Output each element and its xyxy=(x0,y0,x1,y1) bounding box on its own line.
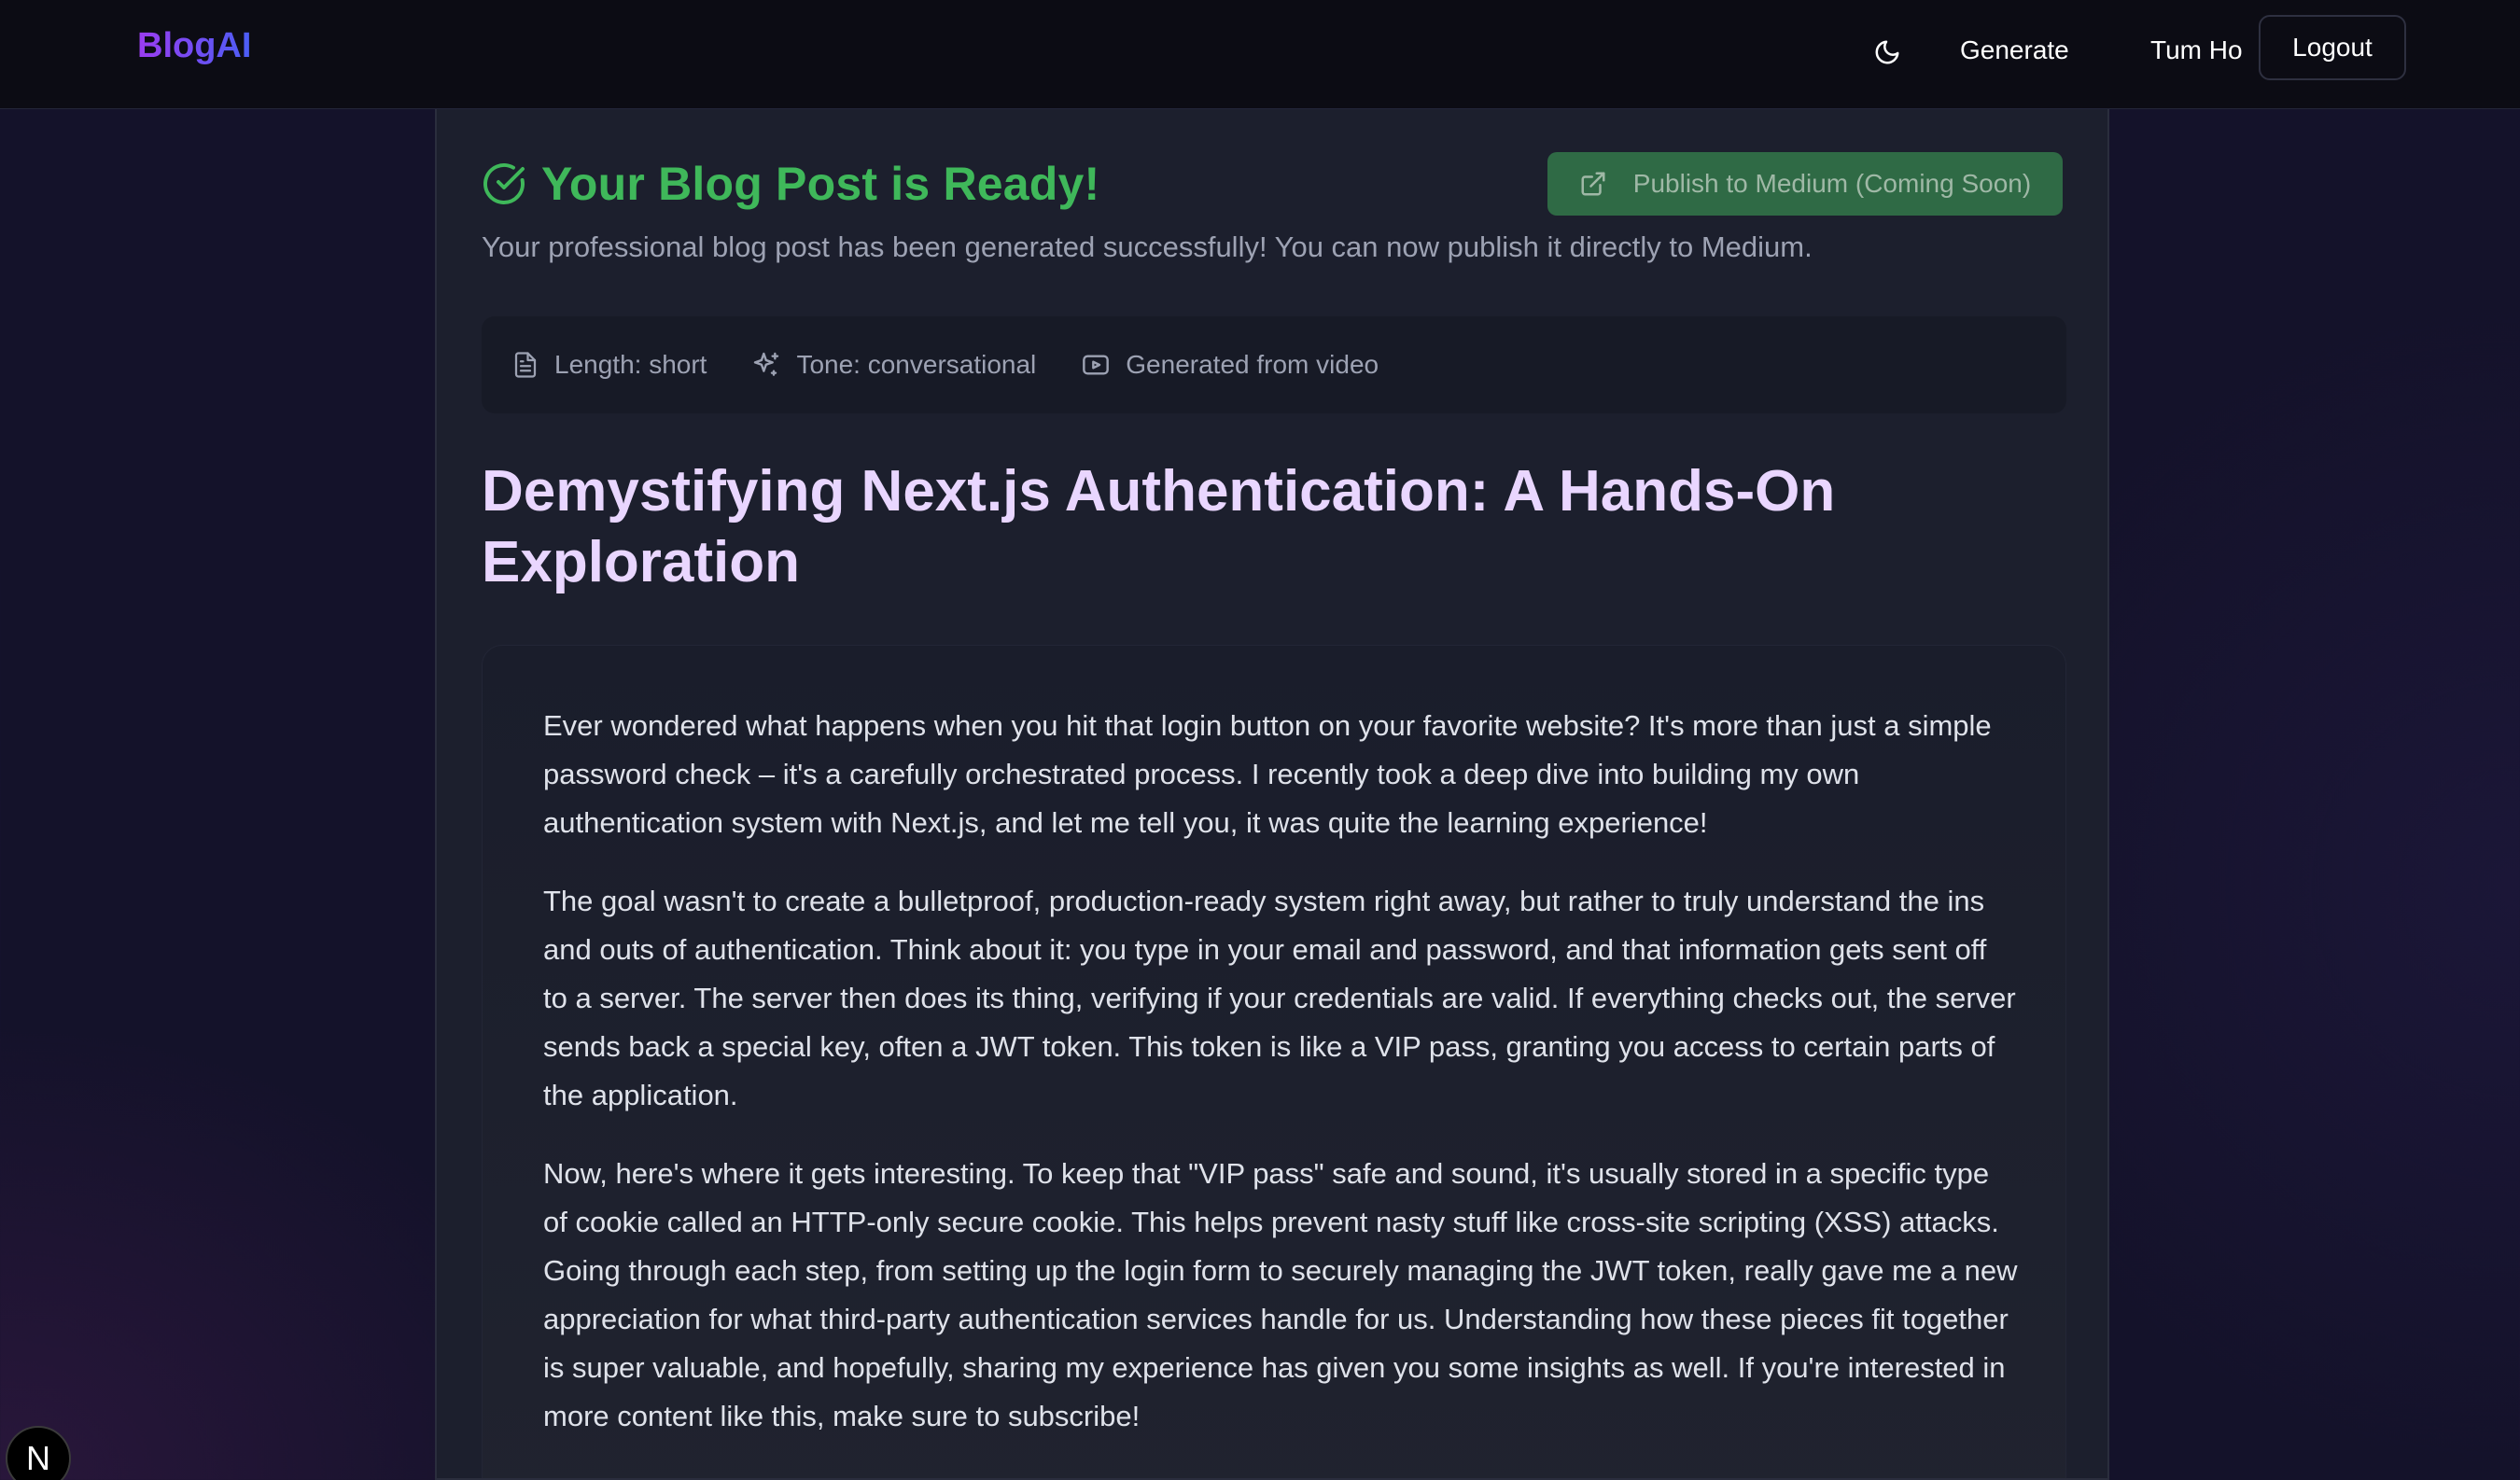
theme-toggle-button[interactable] xyxy=(1863,28,1911,77)
post-paragraph: Now, here's where it gets interesting. T… xyxy=(543,1157,2018,1432)
nextjs-logo-icon: N xyxy=(26,1439,50,1477)
nav-generate-link[interactable]: Generate xyxy=(1960,32,2069,69)
meta-tone: Tone: conversational xyxy=(751,350,1036,380)
success-heading: Your Blog Post is Ready! xyxy=(482,156,1099,212)
moon-icon xyxy=(1875,40,1899,64)
logout-button[interactable]: Logout xyxy=(2259,15,2406,80)
post-paragraph: Ever wondered what happens when you hit … xyxy=(543,709,1992,839)
top-navbar: BlogAI Generate Tum Ho Logout xyxy=(0,0,2520,109)
brand-logo[interactable]: BlogAI xyxy=(137,26,251,66)
meta-source: Generated from video xyxy=(1081,350,1379,380)
document-icon xyxy=(514,352,537,378)
meta-length: Length: short xyxy=(511,350,707,380)
blog-result-card: Your Blog Post is Ready! Publish to Medi… xyxy=(435,109,2109,1480)
publish-label: Publish to Medium (Coming Soon) xyxy=(1632,169,2032,198)
post-meta-bar: Length: short Tone: conversational Gener… xyxy=(482,316,2066,413)
meta-length-label: Length: short xyxy=(554,350,707,379)
check-circle-icon xyxy=(483,163,525,204)
post-content: Ever wondered what happens when you hit … xyxy=(482,645,2066,1478)
external-link-icon xyxy=(1581,172,1605,196)
meta-source-label: Generated from video xyxy=(1126,350,1379,379)
publish-to-medium-button[interactable]: Publish to Medium (Coming Soon) xyxy=(1547,152,2063,216)
post-paragraph: The goal wasn't to create a bulletproof,… xyxy=(543,885,2016,1111)
video-icon xyxy=(1083,355,1110,375)
sparkles-icon xyxy=(754,352,779,376)
success-subtitle: Your professional blog post has been gen… xyxy=(482,230,1813,263)
success-title: Your Blog Post is Ready! xyxy=(541,158,1100,210)
nextjs-dev-badge[interactable]: N xyxy=(6,1426,71,1480)
post-title: Demystifying Next.js Authentication: A H… xyxy=(482,459,1836,594)
meta-tone-label: Tone: conversational xyxy=(796,350,1037,379)
user-name: Tum Ho xyxy=(2150,35,2243,64)
